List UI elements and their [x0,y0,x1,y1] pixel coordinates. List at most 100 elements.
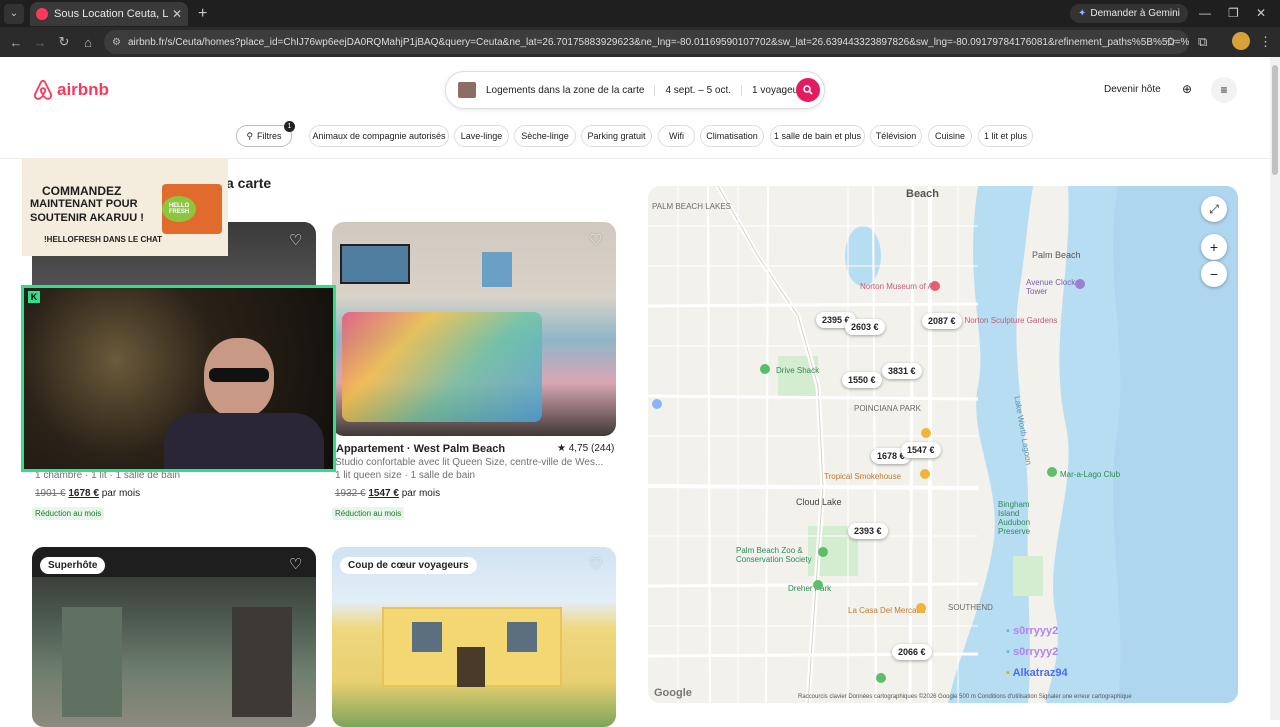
wall-painting [482,252,512,287]
favorite-heart-icon[interactable]: ♡ [589,231,602,249]
map-label: Norton Museum of Art [860,282,938,291]
filters-button[interactable]: ⚲ Filtres 1 [236,121,295,147]
expand-map-button[interactable]: ⤢ [1201,196,1227,222]
map-footer[interactable]: Raccourcis clavier Données cartographiqu… [798,694,1132,700]
listing-photo[interactable] [332,547,616,727]
maximize-icon[interactable]: ❐ [1228,6,1239,20]
home-icon[interactable]: ⌂ [76,35,100,50]
map-label: Cloud Lake [796,497,842,507]
poi-marker[interactable] [652,399,662,409]
close-tab-icon[interactable]: ✕ [172,7,182,21]
zoom-out-button[interactable]: − [1201,261,1227,287]
gemini-spark-icon: ✦ [1078,8,1087,19]
reload-icon[interactable]: ↻ [52,34,76,50]
chat-badge-icon: ▪ [1006,646,1010,658]
become-host-link[interactable]: Devenir hôte [1104,84,1161,95]
kitchen-cabinets [62,607,122,717]
monthly-discount-badge: Réduction au mois [332,507,405,520]
listing-title[interactable]: Appartement · West Palm Beach [336,443,505,455]
filter-chip[interactable]: 1 lit et plus [978,125,1033,147]
scrollbar-thumb[interactable] [1272,65,1278,175]
page-scrollbar[interactable] [1270,57,1280,720]
listing-photo[interactable] [332,222,616,436]
price-pin[interactable]: 1550 € [842,372,882,388]
map-label: La Casa Del Mercado [848,606,926,615]
poi-marker[interactable] [818,547,828,557]
forward-icon[interactable]: → [28,35,52,50]
tab-title: Sous Location Ceuta, Location … [54,7,168,20]
listing-price[interactable]: 1932 € 1547 € par mois [335,488,440,499]
map-label: Beach [906,188,940,200]
globe-icon[interactable]: ⊕ [1182,82,1192,96]
listing-photo[interactable] [32,547,316,727]
map-label: Palm Beach Zoo & Conservation Society [736,546,812,564]
poi-marker[interactable] [921,428,931,438]
doorway [232,607,292,717]
search-dates[interactable]: 4 sept. – 5 oct. [655,84,743,96]
filter-chip[interactable]: Télévision [870,125,922,147]
close-window-icon[interactable]: ✕ [1256,6,1266,20]
extensions-icon[interactable]: ⧉ [1198,34,1207,50]
poi-marker[interactable] [1047,467,1057,477]
map[interactable]: Beach PALM BEACH LAKES Palm Beach Norton… [648,186,1238,703]
filter-chip[interactable]: Cuisine [928,125,972,147]
search-location[interactable]: Logements dans la zone de la carte [476,84,656,96]
filter-chip[interactable]: Animaux de compagnie autorisés [309,125,449,147]
zoom-in-button[interactable]: + [1201,234,1227,260]
favorite-heart-icon[interactable]: ♡ [289,231,302,249]
filter-chip[interactable]: Lave-linge [454,125,509,147]
poi-marker[interactable] [760,364,770,374]
user-menu-button[interactable]: ≡ [1211,77,1237,103]
filter-chip[interactable]: Parking gratuit [581,125,652,147]
promo-overlay: COMMANDEZ MAINTENANT POUR SOUTENIR AKARU… [22,158,228,256]
listing-rating: ★ 4,75 (244) [557,443,615,454]
minimize-icon[interactable]: — [1199,6,1211,20]
poi-marker[interactable] [813,580,823,590]
gemini-button[interactable]: ✦ Demander à Gemini [1070,4,1188,23]
airbnb-favicon-icon [36,7,48,20]
filter-chip[interactable]: Wifi [658,125,695,147]
wall-painting [340,244,410,284]
poi-marker[interactable] [1075,279,1085,289]
logo-text: airbnb [57,80,109,99]
map-label: PALM BEACH LAKES [652,202,731,211]
sunglasses [209,368,269,382]
new-tab-icon[interactable]: + [198,5,207,23]
poi-marker[interactable] [876,673,886,683]
filter-chip[interactable]: Sèche-linge [514,125,576,147]
back-icon[interactable]: ← [4,35,28,50]
price-pin[interactable]: 1547 € [901,442,941,458]
price-pin[interactable]: 3831 € [882,363,922,379]
poi-marker[interactable] [916,603,926,613]
tab-search-icon[interactable]: ⌄ [4,3,24,24]
gemini-label: Demander à Gemini [1090,8,1180,19]
new-price: 1678 € [68,488,99,499]
old-price: 1901 € [35,488,66,499]
filter-chip[interactable]: 1 salle de bain et plus [770,125,865,147]
browser-tab[interactable]: Sous Location Ceuta, Location … ✕ [30,1,188,26]
price-pin[interactable]: 2603 € [845,319,885,335]
site-info-icon[interactable]: ⚙ [112,37,121,48]
profile-avatar[interactable] [1232,32,1250,50]
poi-marker[interactable] [930,281,940,291]
guest-favorite-badge: Coup de cœur voyageurs [340,557,477,574]
price-pin[interactable]: 2087 € [922,313,962,329]
browser-menu-icon[interactable]: ⋮ [1259,34,1272,50]
address-bar[interactable]: ⚙ airbnb.fr/s/Ceuta/homes?place_id=ChIJ7… [104,30,1189,54]
search-button[interactable] [796,78,820,102]
price-pin[interactable]: 2066 € [892,644,932,660]
bookmark-star-icon[interactable]: ☆ [1165,34,1177,50]
search-bar[interactable]: Logements dans la zone de la carte 4 sep… [445,71,825,109]
airbnb-logo[interactable]: airbnb [32,79,109,101]
filter-chip[interactable]: Climatisation [700,125,764,147]
old-price: 1932 € [335,488,366,499]
chat-badge-icon: ▪ [1006,625,1010,637]
poi-marker[interactable] [920,469,930,479]
map-base [648,186,1238,703]
favorite-heart-icon[interactable]: ♡ [589,555,602,573]
listing-price[interactable]: 1901 € 1678 € par mois [35,488,140,499]
google-logo: Google [654,687,692,699]
map-label: Ann Norton Sculpture Gardens [948,316,1058,325]
price-pin[interactable]: 2393 € [848,523,888,539]
favorite-heart-icon[interactable]: ♡ [289,555,302,573]
